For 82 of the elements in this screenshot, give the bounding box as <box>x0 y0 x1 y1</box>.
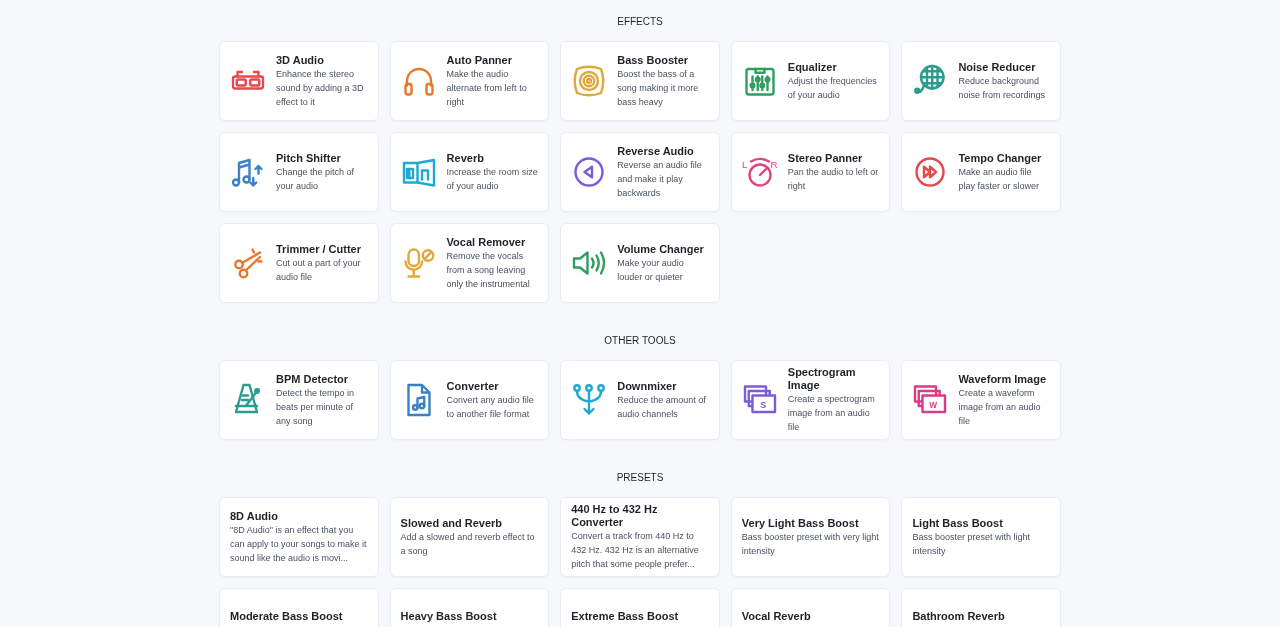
tool-card[interactable]: 440 Hz to 432 Hz Converter Convert a track from 440 Hz to 432 Hz. 432 Hz is an alternative pitch that some people prefer... <box>560 497 720 577</box>
card-title: Trimmer / Cutter <box>276 242 362 256</box>
tool-card[interactable]: Extreme Bass Boost <box>560 588 720 627</box>
tool-card[interactable]: Moderate Bass Boost <box>219 588 379 627</box>
card-description: Convert any audio file to another file format <box>446 393 535 421</box>
tool-card[interactable]: Converter Convert any audio file to another file format <box>389 360 550 440</box>
card-title: 440 Hz to 432 Hz Converter <box>571 503 659 529</box>
card-title: Vocal Reverb <box>741 610 811 623</box>
tool-card[interactable]: Reverse Audio Reverse an audio file and make it play backwards <box>560 132 720 212</box>
card-title: Bass Booster <box>617 53 690 67</box>
card-description: Convert a track from 440 Hz to 432 Hz. 432 Hz is an alternative pitch that some people prefer... <box>571 530 700 571</box>
section-heading: OTHER TOOLS <box>603 334 677 348</box>
card-title: Bathroom Reverb <box>912 610 1005 623</box>
card-title: Vocal Remover <box>446 235 527 249</box>
tool-card[interactable]: Pitch Shifter Change the pitch of your audio <box>219 132 379 212</box>
card-title: Tempo Changer <box>958 151 1043 165</box>
card-title: Pitch Shifter <box>276 151 342 165</box>
card-description: Add a slowed and reverb effect to a song <box>400 530 536 558</box>
tool-card[interactable]: Vocal Remover Remove the vocals from a song leaving only the instrumental <box>389 223 550 303</box>
card-title: Waveform Image <box>958 372 1047 386</box>
card-title: Reverse Audio <box>617 144 695 158</box>
card-description: Bass booster preset with very light intensity <box>741 530 880 558</box>
tool-card[interactable]: Bass Booster Boost the bass of a song making it more bass heavy <box>560 41 720 121</box>
tool-card[interactable]: BPM Detector Detect the tempo in beats per minute of any song <box>219 360 379 440</box>
card-description: Enhance the stereo sound by adding a 3D effect to it <box>276 67 365 109</box>
card-description: Remove the vocals from a song leaving only the instrumental <box>446 249 531 291</box>
card-title: Stereo Panner <box>787 151 864 165</box>
card-title: 3D Audio <box>276 53 325 67</box>
card-title: Auto Panner <box>446 53 513 67</box>
tool-card[interactable]: Heavy Bass Boost <box>389 588 550 627</box>
card-description: Boost the bass of a song making it more bass heavy <box>617 67 700 109</box>
card-description: "8D Audio" is an effect that you can apply to your songs to make it sound like the audio is movi... <box>230 523 368 565</box>
section-heading: PRESETS <box>615 471 665 485</box>
card-title: Heavy Bass Boost <box>400 610 497 623</box>
tool-card[interactable]: Very Light Bass Boost Bass booster preset with very light intensity <box>730 497 891 577</box>
card-title: Volume Changer <box>617 242 705 256</box>
card-description: Bass booster preset with light intensity <box>912 530 1031 558</box>
card-title: Spectrogram Image <box>787 366 857 392</box>
card-description: Create a waveform image from an audio file <box>958 386 1042 428</box>
tool-card[interactable]: Equalizer Adjust the frequencies of your audio <box>730 41 891 121</box>
tool-card[interactable]: 3D Audio Enhance the stereo sound by adding a 3D effect to it <box>219 41 379 121</box>
tool-card[interactable]: Trimmer / Cutter Cut out a part of your audio file <box>219 223 379 303</box>
tool-card[interactable]: Auto Panner Make the audio alternate from left to right <box>389 41 550 121</box>
card-description: Pan the audio to left or right <box>787 165 880 193</box>
card-description: Increase the room size of your audio <box>446 165 539 193</box>
card-title: Extreme Bass Boost <box>571 610 679 623</box>
tool-card[interactable]: Noise Reducer Reduce background noise from recordings <box>901 41 1061 121</box>
tool-card[interactable]: 8D Audio "8D Audio" is an effect that you can apply to your songs to make it sound like the audio is movi... <box>219 497 379 577</box>
card-description: Adjust the frequencies of your audio <box>787 74 878 102</box>
card-title: Noise Reducer <box>958 60 1037 74</box>
tool-card[interactable]: Tempo Changer Make an audio file play faster or slower <box>901 132 1061 212</box>
card-description: Reduce the amount of audio channels <box>617 393 707 421</box>
card-description: Detect the tempo in beats per minute of any song <box>276 386 356 428</box>
tool-card[interactable]: Vocal Reverb <box>730 588 891 627</box>
card-description: Reverse an audio file and make it play backwards <box>617 158 703 200</box>
tool-card[interactable]: Light Bass Boost Bass booster preset with light intensity <box>901 497 1061 577</box>
card-title: Moderate Bass Boost <box>230 610 343 623</box>
tool-card[interactable]: Slowed and Reverb Add a slowed and reverb effect to a song <box>389 497 550 577</box>
card-description: Cut out a part of your audio file <box>276 256 362 284</box>
tool-card[interactable]: S Spectrogram Image Create a spectrogram image from an audio file <box>730 360 891 440</box>
fork-arrow-icon <box>571 382 608 418</box>
card-title: Very Light Bass Boost <box>741 516 860 530</box>
section-heading: EFFECTS <box>616 15 664 29</box>
card-title: Downmixer <box>617 379 678 393</box>
tool-card[interactable]: Downmixer Reduce the amount of audio channels <box>560 360 720 440</box>
tool-card[interactable]: W Waveform Image Create a waveform image from an audio file <box>901 360 1061 440</box>
card-description: Make the audio alternate from left to right <box>446 67 528 109</box>
card-description: Reduce background noise from recordings <box>958 74 1046 102</box>
card-title: Slowed and Reverb <box>400 516 504 530</box>
card-title: Reverb <box>446 151 485 165</box>
card-title: Light Bass Boost <box>912 516 1004 530</box>
card-description: Make an audio file play faster or slower <box>958 165 1040 193</box>
card-title: Equalizer <box>787 60 838 74</box>
card-title: Converter <box>446 379 500 393</box>
card-description: Make your audio louder or quieter <box>617 256 685 284</box>
card-title: 8D Audio <box>230 509 279 523</box>
tool-card[interactable]: Volume Changer Make your audio louder or quieter <box>560 223 720 303</box>
card-description: Change the pitch of your audio <box>276 165 356 193</box>
card-description: Create a spectrogram image from an audio file <box>787 393 876 434</box>
tool-card[interactable]: Bathroom Reverb <box>901 588 1061 627</box>
tool-card[interactable]: Reverb Increase the room size of your audio <box>389 132 550 212</box>
card-title: BPM Detector <box>276 372 350 386</box>
